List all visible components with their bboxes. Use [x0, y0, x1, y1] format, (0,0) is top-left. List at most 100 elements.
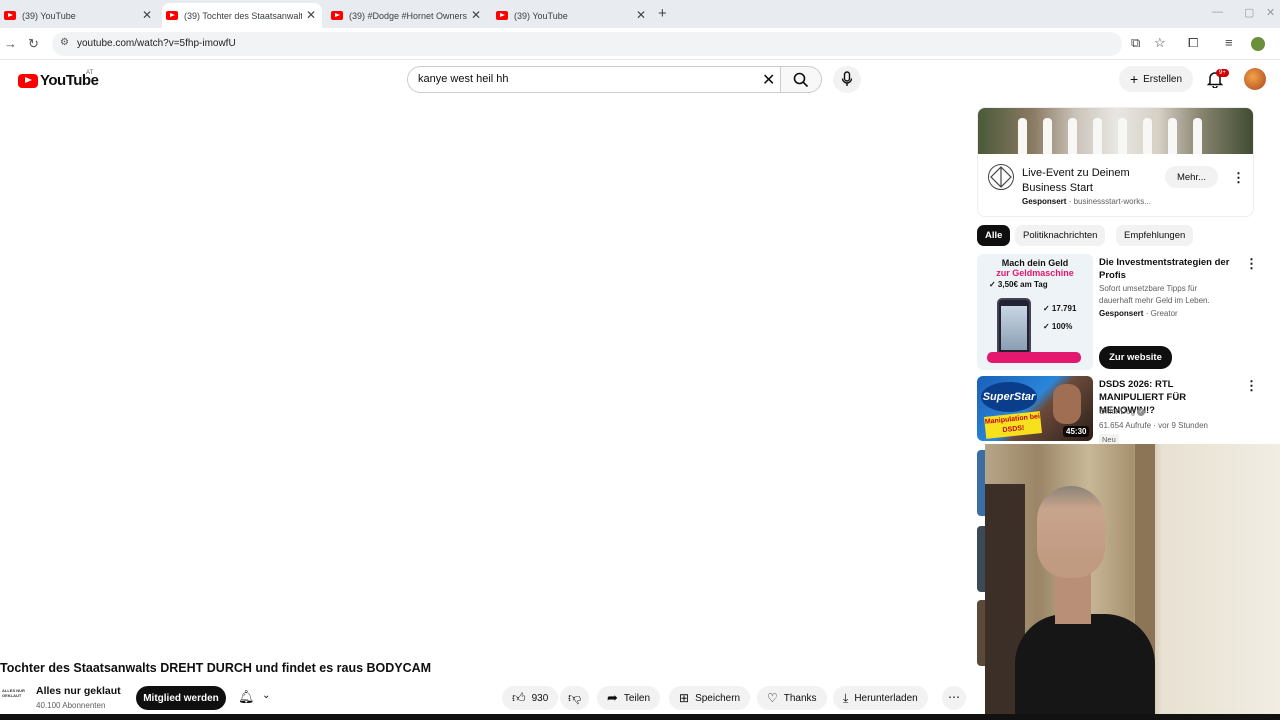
search-button[interactable]	[780, 66, 822, 93]
bookmark-star-icon[interactable]: ☆	[1154, 35, 1166, 51]
chip-all[interactable]: Alle	[977, 225, 1011, 246]
account-avatar[interactable]	[1244, 68, 1266, 90]
thumb-caption: Manipulation bei DSDS!	[984, 411, 1042, 439]
like-button[interactable]: 👍︎ 930	[502, 686, 559, 710]
ad-title[interactable]: Live-Event zu Deinem Business Start	[1022, 166, 1142, 196]
thanks-button[interactable]: ♡ Thanks	[757, 686, 827, 710]
youtube-favicon-icon	[4, 11, 16, 20]
share-button[interactable]: ➦ Teilen	[597, 686, 661, 710]
browser-tab-strip: (39) YouTube ✕ (39) Tochter des Staatsan…	[0, 0, 1280, 28]
banner-figure	[1118, 118, 1127, 154]
download-icon: ⤓	[843, 690, 849, 705]
dislike-button[interactable]: 👎︎	[560, 686, 590, 710]
more-actions-button[interactable]: ⋯	[942, 686, 966, 710]
install-app-icon[interactable]: ⧉	[1131, 35, 1140, 51]
voice-search-button[interactable]	[833, 66, 861, 93]
thumb-cta-bar	[987, 352, 1081, 363]
close-window-icon[interactable]: ✕	[1266, 6, 1275, 19]
webcam-overlay	[985, 444, 1280, 720]
save-button[interactable]: ⊞ Speichern	[669, 686, 751, 710]
minimize-icon[interactable]: —	[1212, 6, 1223, 18]
close-tab-icon[interactable]: ✕	[306, 8, 316, 22]
ad-meta: Gesponsert · businessstart-works...	[1022, 197, 1151, 206]
reload-icon[interactable]: ↻	[28, 36, 39, 52]
phone-image	[997, 298, 1031, 356]
channel-avatar[interactable]: ALLES NUR GEKLAUT	[2, 688, 26, 712]
video-duration: 45:30	[1063, 426, 1090, 437]
notification-count-badge: 9+	[1216, 69, 1229, 77]
sponsored-label: Gesponsert	[1099, 309, 1144, 318]
banner-figure	[1043, 118, 1052, 154]
kebab-menu-icon[interactable]: ⋮	[1232, 170, 1245, 186]
tab-title: (39) Tochter des Staatsanwalts DREHT DUR…	[184, 10, 302, 21]
close-tab-icon[interactable]: ✕	[471, 8, 481, 22]
tab-title: (39) YouTube	[22, 10, 76, 21]
banner-figure	[1193, 118, 1202, 154]
recommended-channel[interactable]: OnionDog ✓	[1099, 407, 1146, 416]
ad-banner-image[interactable]	[978, 108, 1253, 154]
thumb-headline: Mach dein Geld	[1001, 258, 1069, 268]
person-shirt	[1015, 614, 1155, 720]
thumb-subline: ✓ 3,50€ am Tag	[989, 280, 1048, 289]
address-bar[interactable]: ⚙ youtube.com/watch?v=5fhp-imowfU	[52, 32, 1122, 56]
chip-political-news[interactable]: Politiknachrichten	[1015, 225, 1106, 246]
browser-tab-3[interactable]: (39) #Dodge #Hornet Owners ✕	[327, 3, 487, 28]
close-tab-icon[interactable]: ✕	[142, 8, 152, 22]
subscriber-count: 40.100 Abonnenten	[36, 701, 106, 710]
ad-domain: businessstart-works...	[1073, 197, 1151, 206]
browser-tab-2-active[interactable]: (39) Tochter des Staatsanwalts DREHT DUR…	[162, 3, 322, 28]
sponsored-title[interactable]: Die Investmentstrategien der Profis	[1099, 256, 1237, 282]
profile-avatar-icon[interactable]	[1251, 37, 1265, 51]
save-label: Speichern	[695, 692, 741, 704]
search-input[interactable]	[418, 73, 738, 85]
banner-figure	[1143, 118, 1152, 154]
url-text: youtube.com/watch?v=5fhp-imowfU	[77, 38, 236, 49]
join-membership-button[interactable]: Mitglied werden	[136, 686, 226, 710]
create-label: Erstellen	[1143, 73, 1183, 85]
thumb-person	[1053, 384, 1081, 424]
media-controls-icon[interactable]: ≡	[1225, 35, 1233, 50]
sponsored-thumbnail[interactable]: Mach dein Geld zur Geldmaschine ✓ 3,50€ …	[977, 254, 1093, 370]
site-info-icon[interactable]: ⚙	[60, 37, 69, 48]
chip-recommendations[interactable]: Empfehlungen	[1116, 225, 1194, 246]
maximize-icon[interactable]: ▢	[1244, 6, 1254, 19]
browser-tab-4[interactable]: (39) YouTube ✕	[492, 3, 652, 28]
browser-tab-1[interactable]: (39) YouTube ✕	[0, 3, 158, 28]
visit-website-button[interactable]: Zur website	[1099, 346, 1172, 369]
new-tab-icon[interactable]: +	[658, 5, 667, 22]
thumb-stat: ✓ 17.791	[1043, 304, 1077, 313]
search-box[interactable]: ✕	[407, 66, 781, 93]
video-player[interactable]	[0, 105, 964, 650]
clear-search-icon[interactable]: ✕	[762, 70, 775, 90]
kebab-menu-icon[interactable]: ⋮	[1245, 256, 1258, 272]
sponsored-event-card[interactable]: Live-Event zu Deinem Business Start Gesp…	[977, 107, 1254, 217]
tab-title: (39) #Dodge #Hornet Owners	[349, 10, 467, 21]
advertiser-logo-icon	[988, 164, 1014, 190]
share-icon: ➦	[607, 690, 618, 705]
subscription-bell-icon[interactable]: 🔔︎	[238, 689, 255, 705]
kebab-menu-icon[interactable]: ⋮	[1245, 378, 1258, 394]
browser-toolbar: → ↻ ⚙ youtube.com/watch?v=5fhp-imowfU ⧉ …	[0, 28, 1280, 60]
forward-icon[interactable]: →	[4, 36, 17, 51]
thanks-heart-icon: ♡	[767, 691, 778, 705]
diamond-logo-icon	[990, 166, 1012, 188]
download-label: Herunterladen	[854, 692, 918, 704]
advertiser-name: Greator	[1150, 309, 1178, 318]
channel-name[interactable]: Alles nur geklaut	[36, 685, 121, 697]
like-count: 930	[531, 692, 549, 704]
close-tab-icon[interactable]: ✕	[636, 8, 646, 22]
plus-icon: +	[1129, 71, 1139, 87]
banner-figure	[1018, 118, 1027, 154]
video-title: Tochter des Staatsanwalts DREHT DURCH un…	[0, 661, 432, 675]
download-button[interactable]: ⤓ Herunterladen	[833, 686, 928, 710]
thumbs-down-icon: 👎︎	[568, 690, 582, 705]
verified-check-icon: ✓	[1137, 407, 1146, 416]
extensions-icon[interactable]: ⧠	[1188, 35, 1198, 51]
person-head	[1037, 486, 1105, 578]
microphone-icon	[841, 71, 853, 86]
country-code: AT	[86, 70, 94, 76]
chevron-down-icon[interactable]: ⌄	[262, 690, 270, 701]
ad-more-button[interactable]: Mehr...	[1165, 166, 1218, 188]
sponsored-meta: Gesponsert · Greator	[1099, 309, 1178, 318]
create-button[interactable]: + Erstellen	[1119, 66, 1193, 92]
